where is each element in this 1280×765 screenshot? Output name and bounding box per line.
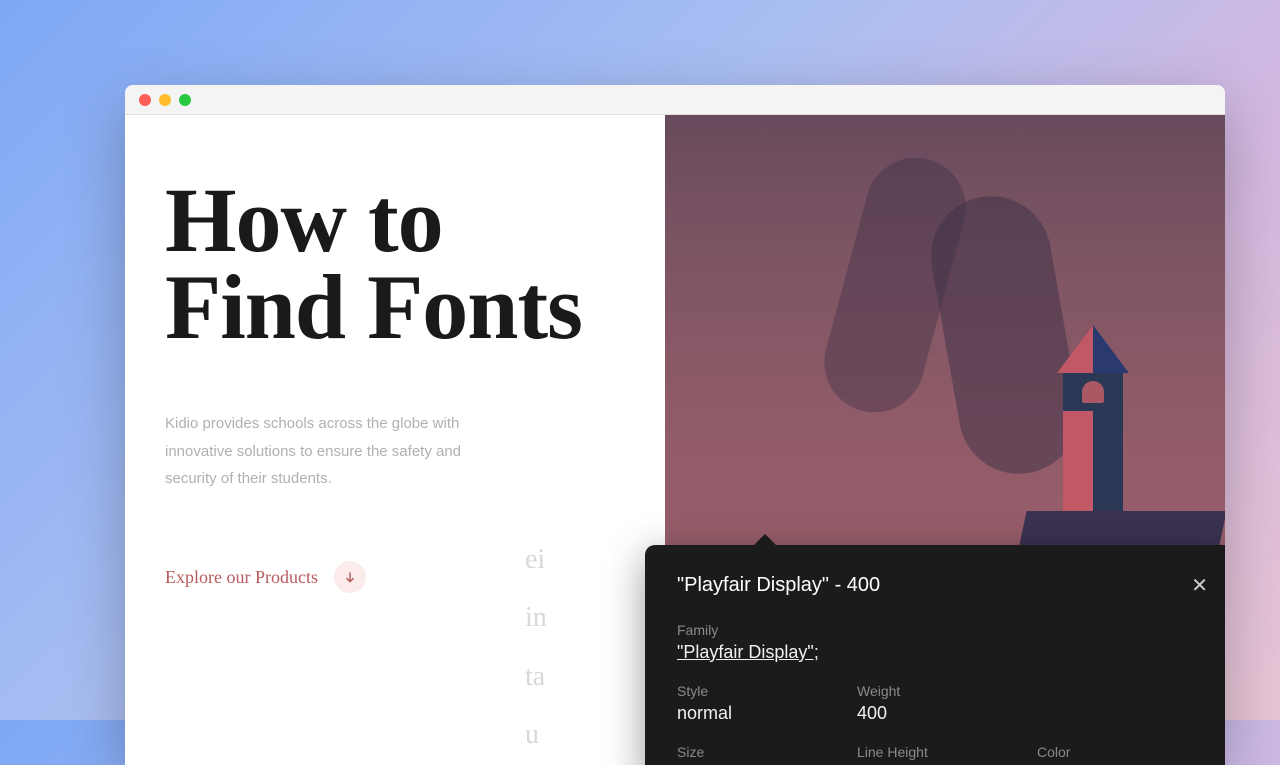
weight-value: 400: [857, 703, 967, 724]
bg-fragment: u: [525, 710, 547, 760]
browser-window: ei in ta u How to Find Fonts Kidio provi…: [125, 85, 1225, 765]
bg-fragment: ta: [525, 652, 547, 702]
maximize-icon[interactable]: [179, 94, 191, 106]
explore-cta[interactable]: Explore our Products: [165, 561, 705, 593]
popover-title: "Playfair Display" - 400: [677, 574, 880, 597]
size-label: Size: [677, 744, 787, 760]
lineheight-label: Line Height: [857, 744, 967, 760]
hero-text: How to Find Fonts Kidio provides schools…: [165, 177, 705, 593]
page-title: How to Find Fonts: [165, 177, 705, 352]
explore-link-label[interactable]: Explore our Products: [165, 567, 318, 588]
color-label: Color: [1037, 744, 1147, 760]
minimize-icon[interactable]: [159, 94, 171, 106]
title-line-2: Find Fonts: [165, 256, 582, 358]
close-icon[interactable]: [139, 94, 151, 106]
arrow-down-icon[interactable]: [334, 561, 366, 593]
bg-fragment: in: [525, 593, 547, 643]
hero-description: Kidio provides schools across the globe …: [165, 410, 505, 493]
font-inspector-popover: "Playfair Display" - 400 ✕ Family "Playf…: [645, 545, 1225, 765]
family-label: Family: [677, 622, 1208, 638]
family-value[interactable]: "Playfair Display";: [677, 642, 1208, 663]
titlebar: [125, 85, 1225, 115]
close-icon[interactable]: ✕: [1191, 573, 1208, 598]
style-label: Style: [677, 683, 787, 699]
weight-label: Weight: [857, 683, 967, 699]
page-content: ei in ta u How to Find Fonts Kidio provi…: [125, 115, 1225, 765]
style-value: normal: [677, 703, 787, 724]
